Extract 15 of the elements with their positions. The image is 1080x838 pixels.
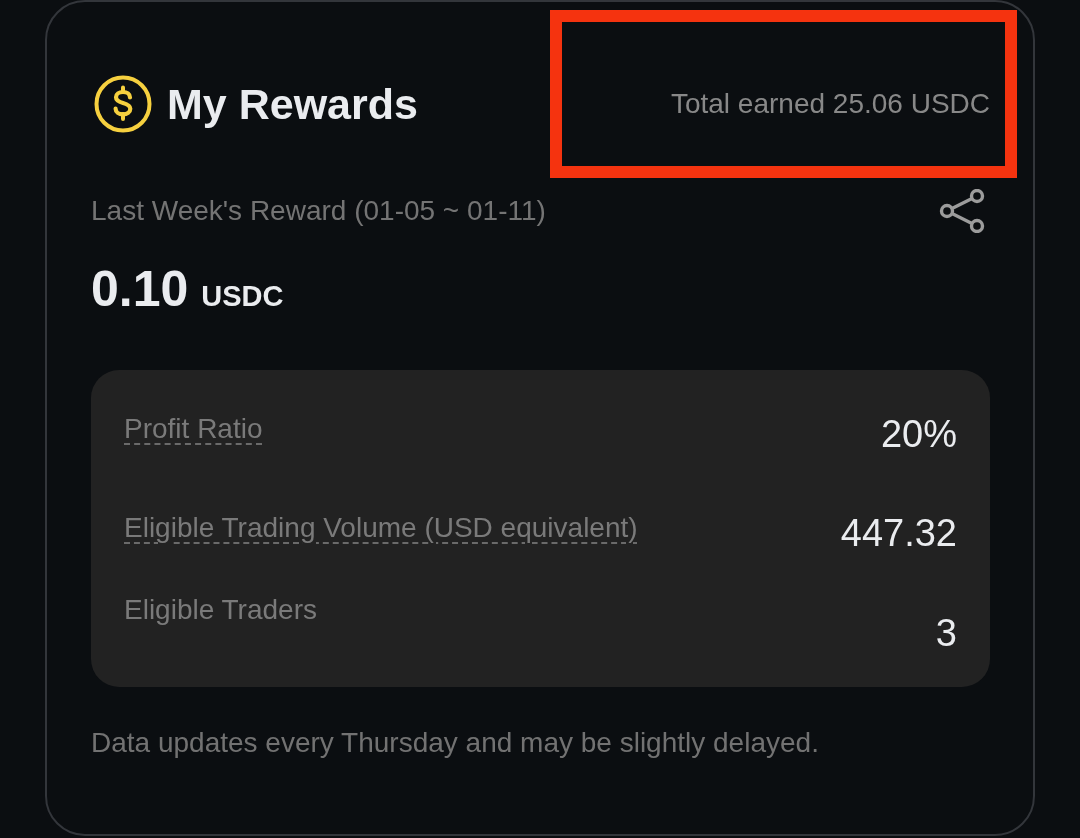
total-earned: Total earned 25.06 USDC bbox=[670, 88, 990, 120]
stat-label: Eligible Traders bbox=[124, 593, 317, 627]
stat-value: 3 bbox=[935, 611, 957, 655]
dollar-coin-icon bbox=[94, 75, 152, 133]
stat-value: 20% bbox=[880, 412, 957, 456]
stat-label[interactable]: Eligible Trading Volume (USD equivalent) bbox=[124, 511, 638, 545]
share-icon bbox=[939, 189, 985, 233]
currency-unit: USDC bbox=[201, 280, 284, 313]
reward-amount: 0.10 bbox=[91, 260, 189, 319]
update-note: Data updates every Thursday and may be slightly delayed. bbox=[91, 727, 820, 759]
stat-label[interactable]: Profit Ratio bbox=[124, 412, 263, 446]
stat-value: 447.32 bbox=[840, 511, 957, 555]
period-label: Last Week's Reward (01-05 ~ 01-11) bbox=[91, 195, 546, 227]
share-button[interactable] bbox=[939, 189, 985, 233]
card-title: My Rewards bbox=[167, 79, 418, 129]
